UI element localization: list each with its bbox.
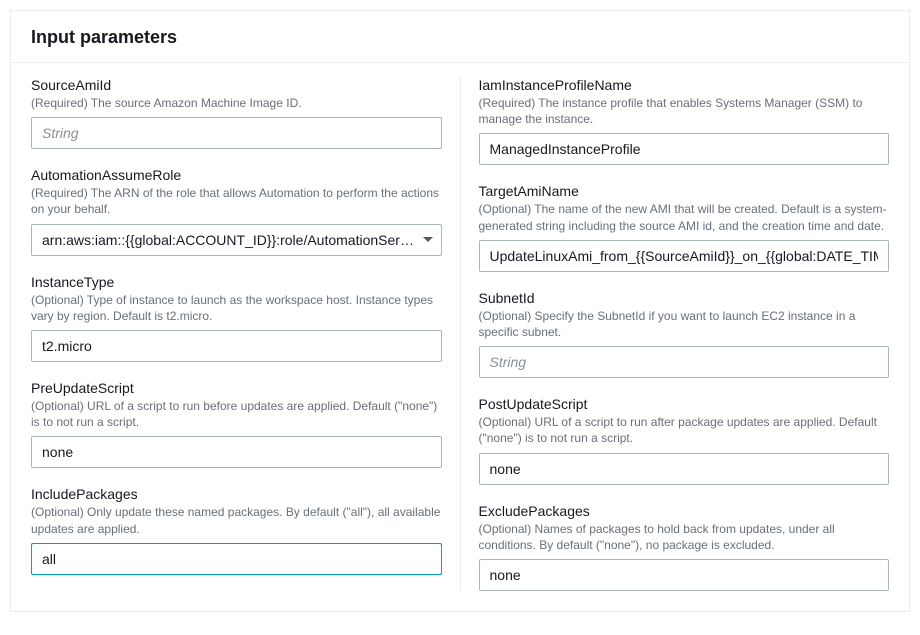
field-label: InstanceType — [31, 274, 442, 290]
target-ami-name-input[interactable] — [479, 240, 890, 272]
right-column: IamInstanceProfileName (Required) The in… — [460, 77, 890, 591]
include-packages-input[interactable] — [31, 543, 442, 575]
panel-title: Input parameters — [31, 27, 889, 48]
field-desc: (Optional) Specify the SubnetId if you w… — [479, 308, 890, 340]
field-desc: (Optional) The name of the new AMI that … — [479, 201, 890, 233]
field-source-ami-id: SourceAmiId (Required) The source Amazon… — [31, 77, 442, 149]
field-label: TargetAmiName — [479, 183, 890, 199]
instance-type-input[interactable] — [31, 330, 442, 362]
input-parameters-panel: Input parameters SourceAmiId (Required) … — [10, 10, 910, 612]
field-desc: (Optional) URL of a script to run after … — [479, 414, 890, 446]
panel-header: Input parameters — [11, 11, 909, 63]
field-include-packages: IncludePackages (Optional) Only update t… — [31, 486, 442, 574]
source-ami-id-input[interactable] — [31, 117, 442, 149]
iam-instance-profile-name-input[interactable] — [479, 133, 890, 165]
field-desc: (Required) The source Amazon Machine Ima… — [31, 95, 442, 111]
field-desc: (Optional) Names of packages to hold bac… — [479, 521, 890, 553]
panel-body: SourceAmiId (Required) The source Amazon… — [11, 63, 909, 611]
subnet-id-input[interactable] — [479, 346, 890, 378]
field-exclude-packages: ExcludePackages (Optional) Names of pack… — [479, 503, 890, 591]
field-instance-type: InstanceType (Optional) Type of instance… — [31, 274, 442, 362]
pre-update-script-input[interactable] — [31, 436, 442, 468]
field-label: IamInstanceProfileName — [479, 77, 890, 93]
field-label: PreUpdateScript — [31, 380, 442, 396]
field-label: SubnetId — [479, 290, 890, 306]
field-desc: (Required) The instance profile that ena… — [479, 95, 890, 127]
field-label: PostUpdateScript — [479, 396, 890, 412]
field-target-ami-name: TargetAmiName (Optional) The name of the… — [479, 183, 890, 271]
field-label: AutomationAssumeRole — [31, 167, 442, 183]
automation-assume-role-select-wrap: arn:aws:iam::{{global:ACCOUNT_ID}}:role/… — [31, 224, 442, 256]
field-desc: (Optional) Only update these named packa… — [31, 504, 442, 536]
left-column: SourceAmiId (Required) The source Amazon… — [31, 77, 460, 591]
field-subnet-id: SubnetId (Optional) Specify the SubnetId… — [479, 290, 890, 378]
field-iam-instance-profile-name: IamInstanceProfileName (Required) The in… — [479, 77, 890, 165]
field-desc: (Required) The ARN of the role that allo… — [31, 185, 442, 217]
exclude-packages-input[interactable] — [479, 559, 890, 591]
post-update-script-input[interactable] — [479, 453, 890, 485]
field-desc: (Optional) Type of instance to launch as… — [31, 292, 442, 324]
field-automation-assume-role: AutomationAssumeRole (Required) The ARN … — [31, 167, 442, 255]
field-label: ExcludePackages — [479, 503, 890, 519]
field-label: SourceAmiId — [31, 77, 442, 93]
field-post-update-script: PostUpdateScript (Optional) URL of a scr… — [479, 396, 890, 484]
field-label: IncludePackages — [31, 486, 442, 502]
automation-assume-role-select[interactable]: arn:aws:iam::{{global:ACCOUNT_ID}}:role/… — [31, 224, 442, 256]
field-desc: (Optional) URL of a script to run before… — [31, 398, 442, 430]
field-pre-update-script: PreUpdateScript (Optional) URL of a scri… — [31, 380, 442, 468]
